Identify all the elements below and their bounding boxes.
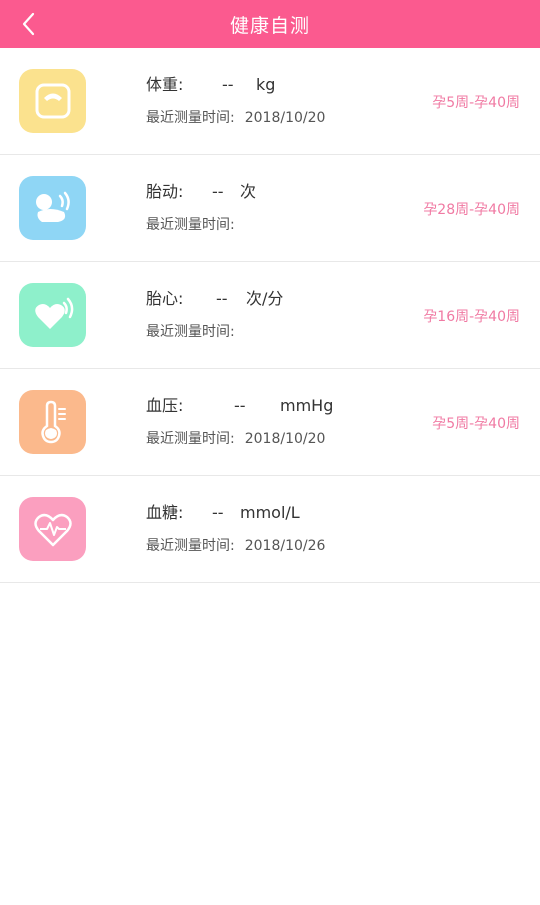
fetal-heart-unit: 次/分 — [246, 289, 284, 308]
blood-pressure-period: 孕5周-孕40周 — [432, 416, 520, 432]
weight-info: 体重: -- kg 最近测量时间: 2018/10/20 — [146, 74, 325, 128]
header-bar: 健康自测 — [0, 0, 540, 48]
weight-time-label: 最近测量时间: — [146, 110, 235, 126]
fetal-movement-unit: 次 — [240, 182, 257, 201]
health-test-list: 体重: -- kg 最近测量时间: 2018/10/20 孕5周-孕40周 胎动: --… — [0, 48, 540, 583]
blood-sugar-icon-box — [19, 497, 86, 561]
blood-pressure-value: -- — [234, 396, 246, 415]
fetal-heart-time-label: 最近测量时间: — [146, 324, 235, 340]
weight-icon-box — [19, 69, 86, 133]
page-title: 健康自测 — [229, 14, 310, 37]
blood-pressure-time-label: 最近测量时间: — [146, 431, 235, 447]
fetal-heart-info: 胎心: -- 次/分 最近测量时间: — [146, 288, 283, 342]
blood-sugar-label: 血糖: — [146, 503, 184, 522]
list-item-blood-pressure[interactable]: 血压: -- mmHg 最近测量时间: 2018/10/20 孕5周-孕40周 — [0, 369, 540, 476]
fetal-movement-label: 胎动: — [146, 182, 184, 201]
blood-pressure-icon-box — [19, 390, 86, 454]
list-item-blood-sugar[interactable]: 血糖: -- mmol/L 最近测量时间: 2018/10/26 — [0, 476, 540, 583]
weight-label: 体重: — [146, 75, 184, 94]
weight-time: 2018/10/20 — [244, 110, 326, 126]
fetal-heart-icon-box — [19, 283, 86, 347]
fetal-heart-period: 孕16周-孕40周 — [423, 309, 520, 325]
weight-period: 孕5周-孕40周 — [432, 95, 520, 111]
list-item-fetal-movement[interactable]: 胎动: -- 次 最近测量时间: 孕28周-孕40周 — [0, 155, 540, 262]
fetal-movement-info: 胎动: -- 次 最近测量时间: — [146, 181, 256, 235]
back-arrow-icon[interactable] — [16, 10, 44, 38]
fetal-heart-icon — [34, 297, 73, 329]
heart-pulse-icon — [33, 513, 72, 547]
scale-icon — [35, 83, 70, 119]
thermometer-icon — [40, 400, 66, 444]
blood-sugar-value: -- — [212, 503, 224, 522]
blood-sugar-info: 血糖: -- mmol/L 最近测量时间: 2018/10/26 — [146, 502, 325, 556]
weight-unit: kg — [256, 75, 276, 94]
list-item-weight[interactable]: 体重: -- kg 最近测量时间: 2018/10/20 孕5周-孕40周 — [0, 48, 540, 155]
blood-sugar-unit: mmol/L — [240, 503, 300, 522]
fetal-movement-time-label: 最近测量时间: — [146, 217, 235, 233]
blood-sugar-time: 2018/10/26 — [244, 538, 326, 554]
blood-pressure-label: 血压: — [146, 396, 184, 415]
blood-pressure-unit: mmHg — [280, 396, 334, 415]
blood-sugar-time-label: 最近测量时间: — [146, 538, 235, 554]
blood-pressure-info: 血压: -- mmHg 最近测量时间: 2018/10/20 — [146, 395, 333, 449]
blood-pressure-time: 2018/10/20 — [244, 431, 326, 447]
fetal-movement-icon-box — [19, 176, 86, 240]
weight-value: -- — [222, 75, 234, 94]
fetal-movement-value: -- — [212, 182, 224, 201]
fetal-heart-label: 胎心: — [146, 289, 184, 308]
fetal-movement-period: 孕28周-孕40周 — [423, 202, 520, 218]
fetal-movement-icon — [35, 191, 70, 222]
list-item-fetal-heart[interactable]: 胎心: -- 次/分 最近测量时间: 孕16周-孕40周 — [0, 262, 540, 369]
fetal-heart-value: -- — [216, 289, 228, 308]
